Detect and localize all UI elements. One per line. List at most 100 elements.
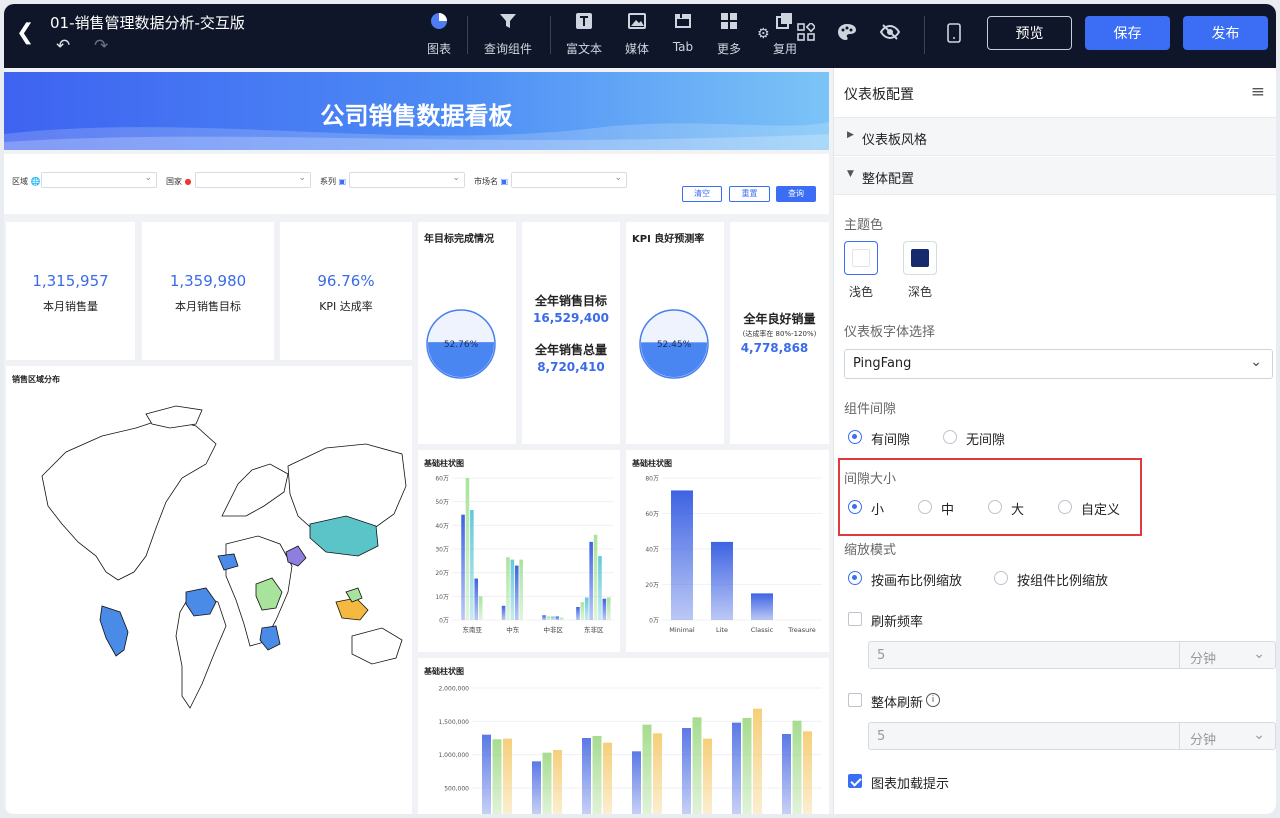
chart3-bar — [782, 734, 791, 814]
chart1-x-tick-label: 中非区 — [544, 625, 564, 634]
region-select[interactable]: ⌄ — [41, 172, 157, 188]
annual-totals-card[interactable]: 全年销售目标 16,529,400 全年销售总量 8,720,410 — [522, 222, 620, 444]
radio-gap-custom[interactable] — [1058, 500, 1072, 514]
bar-chart-series: 0万 20万 40万 60万 80万 Minimal Lite Classic Treasure — [645, 476, 822, 634]
refresh-rate-checkbox[interactable] — [848, 612, 862, 626]
kpi-card-monthly-target[interactable]: 1,359,980 本月销售目标 — [142, 222, 274, 360]
loading-hint-checkbox[interactable] — [848, 774, 862, 788]
chart3-bar — [803, 731, 812, 814]
kpi-card-monthly-sales[interactable]: 1,315,957 本月销售量 — [6, 222, 135, 360]
chevron-down-icon: ⌄ — [144, 173, 152, 183]
annual-target-card[interactable]: 年目标完成情况 52.76% — [418, 222, 516, 444]
radio-gap-large[interactable] — [988, 500, 1002, 514]
series-select[interactable]: ⌄ — [349, 172, 465, 188]
kpi-card-achievement-rate[interactable]: 96.76% KPI 达成率 — [280, 222, 412, 360]
chart1-x-tick-label: 东南亚 — [463, 625, 483, 634]
dashboard-config-panel: 仪表板配置 ≡ ▶ 仪表板风格 ▼ 整体配置 主题色 浅色 深色 仪表板字体选择… — [833, 68, 1276, 814]
query-filter-bar: 区域 🌐 ⌄ 国家 ● ⌄ 系列 ▣ ⌄ 市场名 ▣ ⌄ 清空 重置 查询 — [4, 154, 829, 214]
filter-label-region: 区域 🌐 — [12, 177, 41, 186]
dashboard-banner[interactable]: 公司销售数据看板 — [4, 72, 829, 150]
query-button[interactable]: 查询 — [776, 186, 816, 202]
chart3-bar — [692, 717, 702, 814]
back-icon[interactable]: ❮ — [16, 20, 34, 45]
section-overall-config[interactable]: ▼ 整体配置 — [834, 157, 1276, 195]
market-select[interactable]: ⌄ — [511, 172, 627, 188]
sliders-icon[interactable]: ⚙ — [757, 26, 770, 42]
global-refresh-label: 整体刷新 — [871, 696, 924, 711]
good-sales-card[interactable]: 全年良好销量 (达成率在 80%-120%) 4,778,868 — [730, 222, 829, 444]
chart3-bar — [603, 742, 612, 814]
radio-with-gap[interactable] — [848, 430, 862, 444]
caret-down-icon: ▼ — [847, 169, 854, 179]
chart1-bar — [559, 617, 564, 620]
theme-dark-swatch[interactable] — [903, 241, 937, 275]
save-button[interactable]: 保存 — [1085, 16, 1170, 50]
liquid-gauge-kpi-forecast: 52.45% — [639, 309, 709, 379]
clear-button[interactable]: 清空 — [682, 186, 722, 202]
grid-icon — [699, 12, 759, 34]
radio-no-gap[interactable] — [943, 430, 957, 444]
chart1-bar — [584, 597, 589, 620]
chart3-y-tick-label: 500,000 — [444, 786, 469, 793]
chart1-bar — [478, 596, 483, 620]
chart3-y-tick-label: 1,000,000 — [438, 752, 469, 759]
layout-icon[interactable] — [797, 21, 817, 46]
chart1-bar — [589, 541, 593, 620]
undo-icon[interactable]: ↶ — [56, 36, 70, 56]
bar-chart-card-series[interactable]: 基础柱状图 0万 20万 40万 60万 80万 Minimal Lite Classic Tr… — [626, 450, 829, 652]
abc-icon: ▣ — [500, 177, 509, 186]
mobile-icon[interactable] — [947, 23, 961, 48]
chart3-bar — [503, 738, 512, 814]
radio-gap-medium[interactable] — [918, 500, 932, 514]
kpi-forecast-card[interactable]: KPI 良好预测率 52.45% — [626, 222, 724, 444]
chevron-down-icon: ⌄ — [452, 173, 460, 183]
kpi-label: 本月销售目标 — [175, 300, 241, 313]
preview-button[interactable]: 预览 — [987, 16, 1072, 50]
tool-chart[interactable]: 图表 — [409, 12, 469, 57]
chart1-bar — [602, 598, 607, 620]
refresh-rate-label: 刷新频率 — [871, 615, 924, 630]
panel-title: 仪表板配置 — [844, 87, 914, 103]
kpi-value: 1,359,980 — [169, 272, 247, 290]
global-refresh-input[interactable]: 5 — [868, 722, 1180, 750]
pin-icon: ● — [184, 177, 192, 186]
chart3-bar — [653, 733, 662, 814]
radio-zoom-component[interactable] — [994, 571, 1008, 585]
publish-button[interactable]: 发布 — [1183, 16, 1268, 50]
refresh-rate-unit-select[interactable]: 分钟 ⌄ — [1179, 641, 1276, 669]
tool-more[interactable]: 更多 — [699, 12, 759, 57]
sales-region-map-card[interactable]: 销售区域分布 — [6, 366, 412, 814]
chart1-y-tick-label: 10万 — [435, 594, 449, 601]
palette-icon[interactable] — [837, 23, 857, 46]
chart1-y-tick-label: 20万 — [435, 570, 449, 577]
chevron-down-icon: ⌄ — [1250, 354, 1262, 370]
radio-gap-small[interactable] — [848, 500, 862, 514]
tool-query[interactable]: 查询组件 — [478, 12, 538, 57]
redo-icon[interactable]: ↷ — [94, 36, 108, 56]
section-dashboard-style[interactable]: ▶ 仪表板风格 — [834, 118, 1276, 156]
font-select[interactable]: PingFang ⌄ — [844, 349, 1273, 379]
chart1-x-tick-label: 东非区 — [584, 625, 604, 634]
chart2-bar — [751, 593, 773, 620]
eye-off-icon[interactable] — [879, 23, 901, 46]
global-refresh-checkbox[interactable] — [848, 693, 862, 707]
global-refresh-unit-select[interactable]: 分钟 ⌄ — [1179, 722, 1276, 750]
chart2-bar — [711, 541, 733, 620]
text-icon — [554, 12, 614, 34]
info-icon[interactable]: i — [926, 693, 940, 707]
country-select[interactable]: ⌄ — [195, 172, 311, 188]
reset-button[interactable]: 重置 — [729, 186, 770, 202]
kpi-label: KPI 达成率 — [319, 300, 373, 313]
tool-rich-text[interactable]: 富文本 — [554, 12, 614, 57]
liquid-gauge-annual-target: 52.76% — [426, 309, 496, 379]
bar-chart-card-trend[interactable]: 基础柱状图 500,000 1,000,000 1,500,000 2,000,000 — [418, 658, 829, 814]
collapse-panel-icon[interactable]: ≡ — [1251, 82, 1265, 102]
chart3-bar — [492, 739, 502, 814]
bar-chart-card-regions[interactable]: 基础柱状图 0万 10万 20万 30万 40万 50万 60万 东南亚 中东 中非区 东非区 — [418, 450, 620, 652]
chevron-down-icon: ⌄ — [614, 173, 622, 183]
chart3-bar — [632, 751, 641, 814]
globe-icon: 🌐 — [30, 177, 41, 186]
theme-light-swatch[interactable] — [844, 241, 878, 275]
radio-zoom-canvas[interactable] — [848, 571, 862, 585]
refresh-rate-input[interactable]: 5 — [868, 641, 1180, 669]
